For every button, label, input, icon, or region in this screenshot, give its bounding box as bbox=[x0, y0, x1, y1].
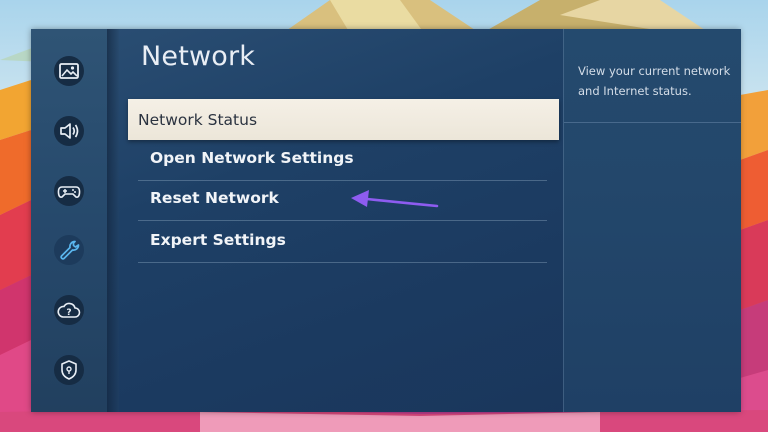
info-panel: View your current network and Internet s… bbox=[563, 29, 741, 412]
network-menu-area: Network Network Status Open Network Sett… bbox=[119, 29, 563, 412]
sidebar-item-sound[interactable] bbox=[48, 110, 90, 152]
shield-lock-icon bbox=[54, 355, 84, 385]
cloud-help-icon: ? bbox=[54, 295, 84, 325]
svg-text:?: ? bbox=[66, 308, 71, 318]
info-divider bbox=[564, 122, 741, 123]
gamepad-icon bbox=[54, 176, 84, 206]
tv-screen: ? Network Network Status Open Network Se… bbox=[0, 0, 768, 432]
sidebar-item-support[interactable]: ? bbox=[48, 289, 90, 331]
sidebar-item-game[interactable] bbox=[48, 170, 90, 212]
sidebar-item-support-tools[interactable] bbox=[48, 229, 90, 271]
sidebar-item-privacy[interactable] bbox=[48, 349, 90, 391]
settings-panel: ? Network Network Status Open Network Se… bbox=[31, 29, 741, 412]
info-description: View your current network and Internet s… bbox=[578, 64, 731, 98]
sidebar-item-picture[interactable] bbox=[48, 50, 90, 92]
settings-sidebar: ? bbox=[31, 29, 107, 412]
menu-divider bbox=[138, 262, 547, 263]
picture-icon bbox=[54, 56, 84, 86]
menu-item-network-status[interactable]: Network Status bbox=[128, 99, 559, 140]
page-title: Network bbox=[141, 41, 256, 72]
sidebar-divider bbox=[107, 29, 119, 412]
wrench-icon bbox=[54, 235, 84, 265]
menu-item-open-network-settings[interactable]: Open Network Settings bbox=[150, 138, 547, 178]
sound-icon bbox=[54, 116, 84, 146]
menu-item-expert-settings[interactable]: Expert Settings bbox=[150, 220, 547, 260]
annotation-arrow-icon bbox=[351, 190, 439, 208]
